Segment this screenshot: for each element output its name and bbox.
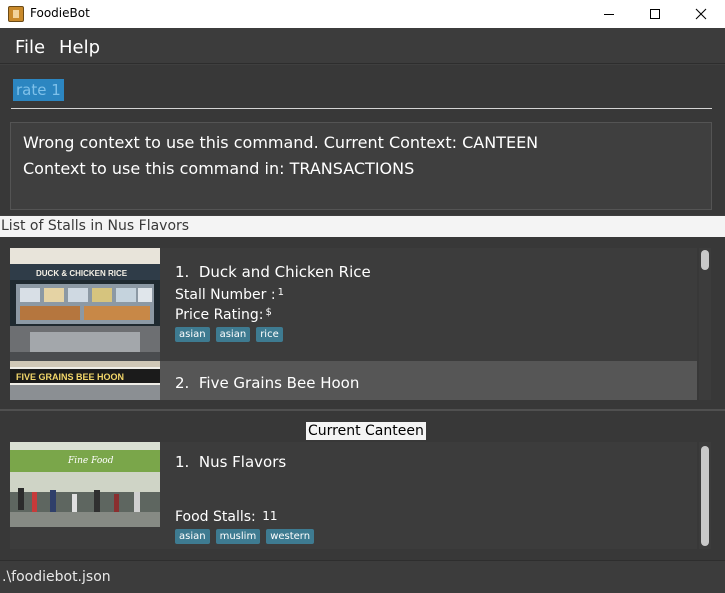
canteen-image: Fine Food xyxy=(10,442,160,527)
stall-sign-text: DUCK & CHICKEN RICE xyxy=(36,269,128,278)
window-titlebar: FoodieBot xyxy=(0,0,725,28)
price-rating: Price Rating: $ xyxy=(175,307,272,323)
current-canteen-panel: Current Canteen Fine Food 1. Nus Flavors… xyxy=(0,411,725,560)
tag: western xyxy=(266,529,315,544)
stall-card[interactable]: DUCK & CHICKEN RICE 1. Duck and Chicken … xyxy=(10,248,697,361)
tag: asian xyxy=(175,327,210,342)
canteen-scroll-thumb[interactable] xyxy=(701,446,709,546)
app-icon xyxy=(8,6,24,22)
close-button[interactable] xyxy=(678,0,724,28)
stall-list-header: List of Stalls in Nus Flavors xyxy=(0,216,725,237)
menu-bar: File Help xyxy=(0,28,725,64)
tag: asian xyxy=(175,529,210,544)
stall-list-scrollbar[interactable] xyxy=(699,248,711,400)
command-input[interactable]: rate 1 xyxy=(11,77,712,109)
save-file-path: .\foodiebot.json xyxy=(2,569,111,585)
tag: rice xyxy=(256,327,283,342)
window-title: FoodieBot xyxy=(30,6,90,20)
stall-number: Stall Number :1 xyxy=(175,287,284,303)
tag: muslim xyxy=(215,529,261,544)
canteen-sign-text: Fine Food xyxy=(67,456,114,466)
current-canteen-label: Current Canteen xyxy=(306,422,426,440)
stall-name: 1. Duck and Chicken Rice xyxy=(175,263,371,281)
stall-name: 2. Five Grains Bee Hoon xyxy=(175,374,360,392)
canteen-card[interactable]: Fine Food 1. Nus Flavors Food Stalls: 11… xyxy=(10,442,697,549)
result-display[interactable]: Wrong context to use this command. Curre… xyxy=(10,122,712,210)
status-bar: .\foodiebot.json xyxy=(0,560,725,593)
stall-sign-text: FIVE GRAINS BEE HOON xyxy=(16,372,124,382)
close-icon xyxy=(695,8,707,20)
stall-tags: asian asian rice xyxy=(175,327,283,342)
menu-file[interactable]: File xyxy=(15,37,45,58)
stall-image: FIVE GRAINS BEE HOON xyxy=(10,361,160,400)
food-stalls-count: Food Stalls: 11 xyxy=(175,509,278,525)
stall-image: DUCK & CHICKEN RICE xyxy=(10,248,160,361)
command-box: rate 1 xyxy=(0,65,725,115)
canteen-tags: asian muslim western xyxy=(175,529,315,544)
maximize-button[interactable] xyxy=(632,0,678,28)
tag: asian xyxy=(215,327,251,342)
result-message-line: Context to use this command in: TRANSACT… xyxy=(23,159,415,178)
minimize-icon xyxy=(604,13,614,15)
result-message-line: Wrong context to use this command. Curre… xyxy=(23,133,539,152)
menu-help[interactable]: Help xyxy=(59,37,100,58)
stall-list-title: List of Stalls in Nus Flavors xyxy=(1,218,190,234)
canteen-name: 1. Nus Flavors xyxy=(175,453,287,471)
command-text-selected: rate 1 xyxy=(13,79,64,101)
minimize-button[interactable] xyxy=(586,0,632,28)
stall-card-selected[interactable]: FIVE GRAINS BEE HOON 2. Five Grains Bee … xyxy=(10,361,697,400)
stall-list-panel: DUCK & CHICKEN RICE 1. Duck and Chicken … xyxy=(0,237,725,409)
result-display-area: Wrong context to use this command. Curre… xyxy=(0,115,725,215)
stall-list-scroll-thumb[interactable] xyxy=(701,250,709,270)
maximize-icon xyxy=(650,9,660,19)
